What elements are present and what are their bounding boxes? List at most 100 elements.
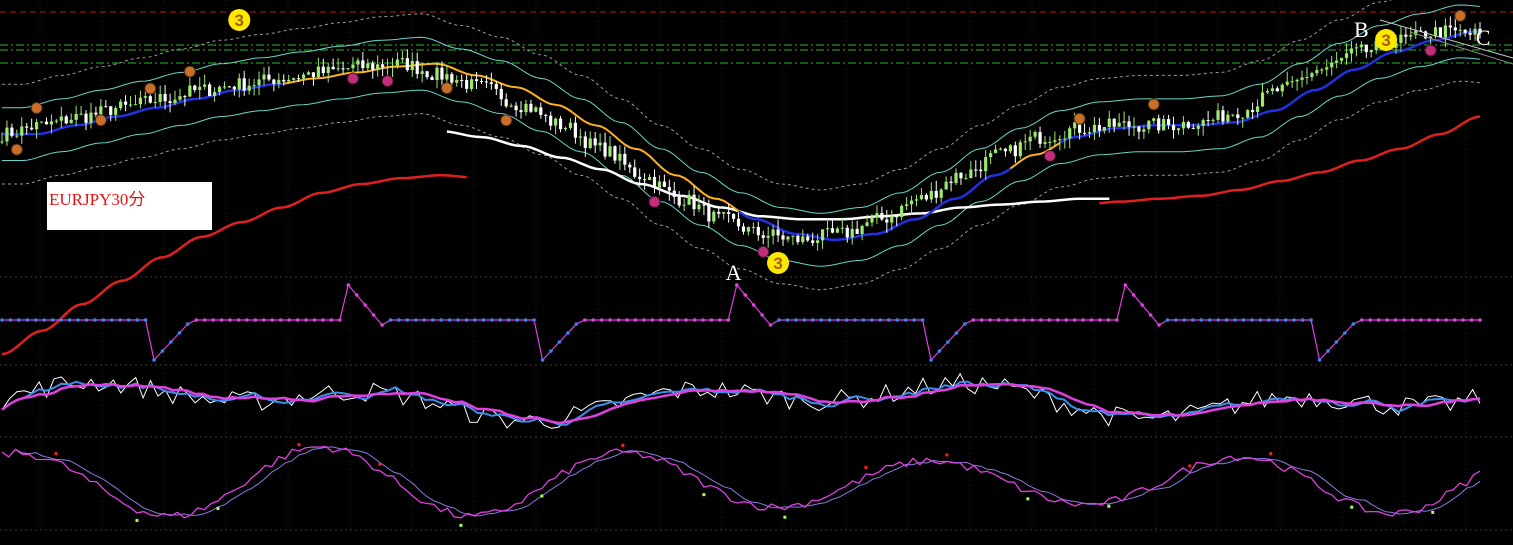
candle-body: [998, 148, 1003, 150]
candle-body: [1008, 145, 1013, 152]
candle-body: [731, 213, 736, 219]
candle-body: [311, 72, 316, 78]
candle-body: [514, 105, 518, 111]
zigzag-line: [2, 283, 1480, 362]
candle-body: [1290, 81, 1294, 83]
candle-body: [855, 228, 859, 234]
candle-body: [1231, 114, 1235, 116]
candle-body: [1028, 136, 1032, 142]
candle-body: [1463, 29, 1467, 33]
rsi-oversold-dot: [135, 518, 139, 522]
candle-body: [287, 79, 291, 82]
candle-body: [835, 228, 839, 233]
candle-body: [143, 96, 147, 98]
zigzag-point: [844, 318, 849, 322]
candle-body: [1255, 106, 1260, 113]
candle-body: [158, 94, 162, 102]
candle-body: [1196, 125, 1200, 129]
candle-body: [1226, 114, 1230, 122]
zigzag-point: [760, 313, 764, 317]
zigzag-point: [1089, 318, 1094, 322]
candle-body: [766, 235, 770, 238]
buy-signal-marker: [1454, 9, 1467, 22]
candle-body: [796, 235, 800, 243]
candle-body: [746, 227, 751, 232]
candle-body: [806, 236, 810, 241]
candle-body: [469, 79, 474, 89]
candle-body: [529, 103, 533, 112]
zigzag-point: [515, 318, 519, 322]
candle-body: [89, 112, 93, 123]
candle-body: [178, 96, 182, 100]
candle-body: [816, 240, 820, 243]
rsi-panel: [1, 443, 1481, 527]
candle-body: [1330, 62, 1334, 68]
grid: [0, 0, 1513, 531]
candle-body: [761, 235, 765, 238]
candle-body: [306, 72, 311, 75]
zigzag-point: [1106, 318, 1111, 322]
candle-body: [405, 58, 409, 71]
zigzag-point: [1435, 318, 1440, 322]
zigzag-point: [177, 331, 182, 335]
candle-body: [1211, 119, 1215, 121]
zigzag-point: [219, 318, 224, 322]
zigzag-point: [532, 318, 536, 322]
candle-body: [381, 64, 385, 68]
zigzag-point: [1081, 318, 1085, 322]
candle-body: [1092, 124, 1097, 133]
candle-body: [10, 127, 14, 136]
candle-body: [741, 226, 746, 232]
zigzag-point: [169, 340, 173, 344]
rsi-main-line: [1, 445, 1481, 519]
zigzag-point: [262, 318, 266, 322]
zigzag-point: [1258, 318, 1263, 322]
zigzag-point: [1300, 318, 1305, 322]
candle-body: [153, 101, 157, 103]
rsi-oversold-dot: [459, 523, 463, 527]
candle-body: [1003, 148, 1008, 152]
candle-body: [840, 227, 844, 229]
candle-body: [578, 136, 582, 138]
candle-body: [341, 68, 345, 70]
candle-body: [1246, 110, 1250, 118]
candle-body: [395, 59, 400, 66]
candle-body: [489, 82, 493, 84]
zigzag-point: [1140, 303, 1144, 307]
candle-body: [1399, 34, 1403, 43]
candle-body: [232, 86, 236, 90]
candle-body: [914, 199, 919, 201]
candle-body: [801, 236, 805, 243]
rsi-signal-line: [1, 446, 1481, 517]
candle-body: [212, 92, 217, 96]
candle-body: [123, 101, 128, 105]
zigzag-point: [625, 318, 629, 322]
candle-body: [1359, 44, 1363, 48]
zigzag-point: [1157, 323, 1161, 327]
candle-body: [494, 83, 498, 89]
zigzag-point: [1402, 318, 1406, 322]
candle-body: [974, 169, 978, 171]
candle-body: [825, 228, 830, 230]
sell-signal-marker: [1043, 150, 1056, 163]
zigzag-point: [33, 318, 38, 322]
rsi-oversold-dot: [1431, 510, 1435, 514]
candle-body: [949, 181, 953, 184]
zigzag-panel: [0, 283, 1482, 362]
candle-body: [1142, 129, 1146, 132]
candle-body: [1315, 70, 1319, 74]
zigzag-point: [1359, 318, 1364, 322]
candle-body: [1043, 142, 1047, 144]
zigzag-point: [684, 318, 688, 322]
candle-body: [64, 116, 68, 124]
zigzag-point: [93, 318, 97, 322]
zigzag-point: [802, 318, 807, 322]
candle-body: [44, 121, 49, 125]
zigzag-point: [996, 318, 1001, 322]
zigzag-point: [523, 318, 528, 322]
zigzag-point: [194, 318, 199, 322]
candle-body: [0, 141, 4, 143]
candle-body: [939, 189, 943, 198]
candle-body: [1325, 67, 1329, 70]
candle-body: [1127, 121, 1131, 127]
